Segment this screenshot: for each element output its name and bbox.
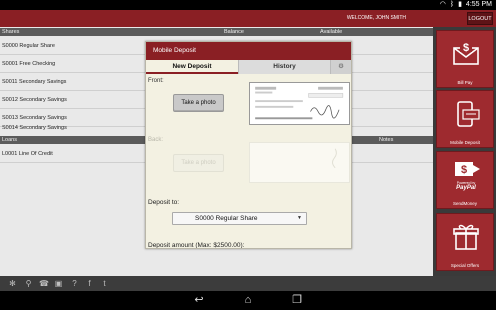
dialog-title: Mobile Deposit bbox=[146, 42, 351, 60]
settings-gear-icon[interactable]: ⚙ bbox=[330, 60, 351, 74]
recent-apps-icon[interactable]: ❐ bbox=[290, 295, 304, 306]
status-time: 4:55 PM bbox=[465, 1, 492, 8]
loan-name: L0001 Line Of Credit bbox=[2, 151, 53, 157]
svg-text:$: $ bbox=[461, 164, 467, 176]
bluetooth-icon: ᛒ bbox=[449, 1, 455, 8]
twitter-icon[interactable]: t bbox=[100, 279, 109, 288]
paypal-brand: Powered by PayPal bbox=[443, 181, 489, 191]
deposit-account-select[interactable]: S0000 Regular Share ▼ bbox=[172, 212, 307, 225]
bill-pay-icon: $ bbox=[453, 40, 479, 65]
status-bar: ◠ ᛒ ▮ 4:55 PM bbox=[0, 0, 496, 10]
deposit-account-value: S0000 Regular Share bbox=[195, 215, 258, 222]
logout-button[interactable]: LOGOUT bbox=[467, 12, 493, 25]
facebook-icon[interactable]: f bbox=[85, 279, 94, 288]
tile-special-offers[interactable]: Special Offers bbox=[436, 213, 494, 271]
share-name: S0012 Secondary Savings bbox=[2, 97, 67, 103]
back-icon[interactable]: ↩ bbox=[192, 295, 206, 306]
tile-send-money[interactable]: $ Powered by PayPal SendMoney bbox=[436, 151, 494, 209]
app-window: ◠ ᛒ ▮ 4:55 PM WELCOME, JOHN SMITH LOGOUT… bbox=[0, 0, 496, 310]
system-nav-bar: ↩ ⌂ ❐ bbox=[0, 291, 496, 310]
deposit-amount-label: Deposit amount (Max: $2500.00): bbox=[148, 242, 245, 249]
quick-actions: $ Bill Pay Mobile Deposit $ Powered by P… bbox=[433, 27, 496, 276]
deposit-to-label: Deposit to: bbox=[148, 199, 180, 206]
phone-icon[interactable]: ☎ bbox=[39, 279, 49, 288]
location-pin-icon[interactable]: ⚲ bbox=[24, 279, 33, 288]
front-label: Front: bbox=[148, 78, 164, 84]
tile-bill-pay[interactable]: $ Bill Pay bbox=[436, 30, 494, 88]
gift-icon bbox=[453, 224, 479, 250]
balance-col-label: Balance bbox=[224, 29, 244, 35]
loans-col-label: Loans bbox=[2, 137, 17, 143]
bottom-toolbar: ✻ ⚲ ☎ ▣ ? f t bbox=[0, 276, 496, 291]
tile-mobile-deposit[interactable]: Mobile Deposit bbox=[436, 90, 494, 148]
tile-label: SendMoney bbox=[452, 201, 478, 206]
notes-col-label: Notes bbox=[379, 137, 394, 143]
back-label: Back: bbox=[148, 137, 164, 143]
shares-col-label: Shares bbox=[2, 29, 20, 35]
take-back-photo-button[interactable]: Take a photo bbox=[173, 154, 224, 172]
welcome-text: WELCOME, JOHN SMITH bbox=[346, 15, 406, 21]
settings-icon[interactable]: ✻ bbox=[8, 279, 17, 288]
tab-history[interactable]: History bbox=[238, 60, 330, 74]
help-icon[interactable]: ? bbox=[70, 279, 79, 288]
battery-icon: ▮ bbox=[458, 1, 462, 8]
mobile-deposit-icon bbox=[457, 101, 480, 127]
chat-icon[interactable]: ▣ bbox=[54, 279, 63, 288]
wifi-icon: ◠ bbox=[439, 1, 446, 8]
svg-text:$: $ bbox=[463, 42, 469, 54]
tile-label: Bill Pay bbox=[457, 80, 473, 85]
tile-label: Mobile Deposit bbox=[450, 140, 480, 145]
check-back-image bbox=[249, 142, 350, 183]
mobile-deposit-dialog: Mobile Deposit New Deposit History ⚙ Fro… bbox=[145, 41, 352, 249]
app-header: WELCOME, JOHN SMITH LOGOUT bbox=[0, 10, 496, 27]
tab-new-deposit[interactable]: New Deposit bbox=[146, 60, 238, 74]
take-front-photo-button[interactable]: Take a photo bbox=[173, 94, 224, 112]
home-icon[interactable]: ⌂ bbox=[241, 295, 255, 306]
dropdown-caret-icon: ▼ bbox=[297, 215, 302, 221]
check-front-image bbox=[249, 82, 350, 125]
share-name: S0011 Secondary Savings bbox=[2, 79, 67, 85]
shares-header: Shares Balance Available bbox=[0, 28, 433, 36]
share-name: S0014 Secondary Savings bbox=[2, 125, 67, 131]
paypal-text: PayPal bbox=[456, 185, 476, 191]
available-col-label: Available bbox=[320, 29, 343, 35]
tile-label: Special Offers bbox=[450, 263, 480, 268]
share-name: S0000 Regular Share bbox=[2, 43, 55, 49]
share-name: S0001 Free Checking bbox=[2, 61, 56, 67]
